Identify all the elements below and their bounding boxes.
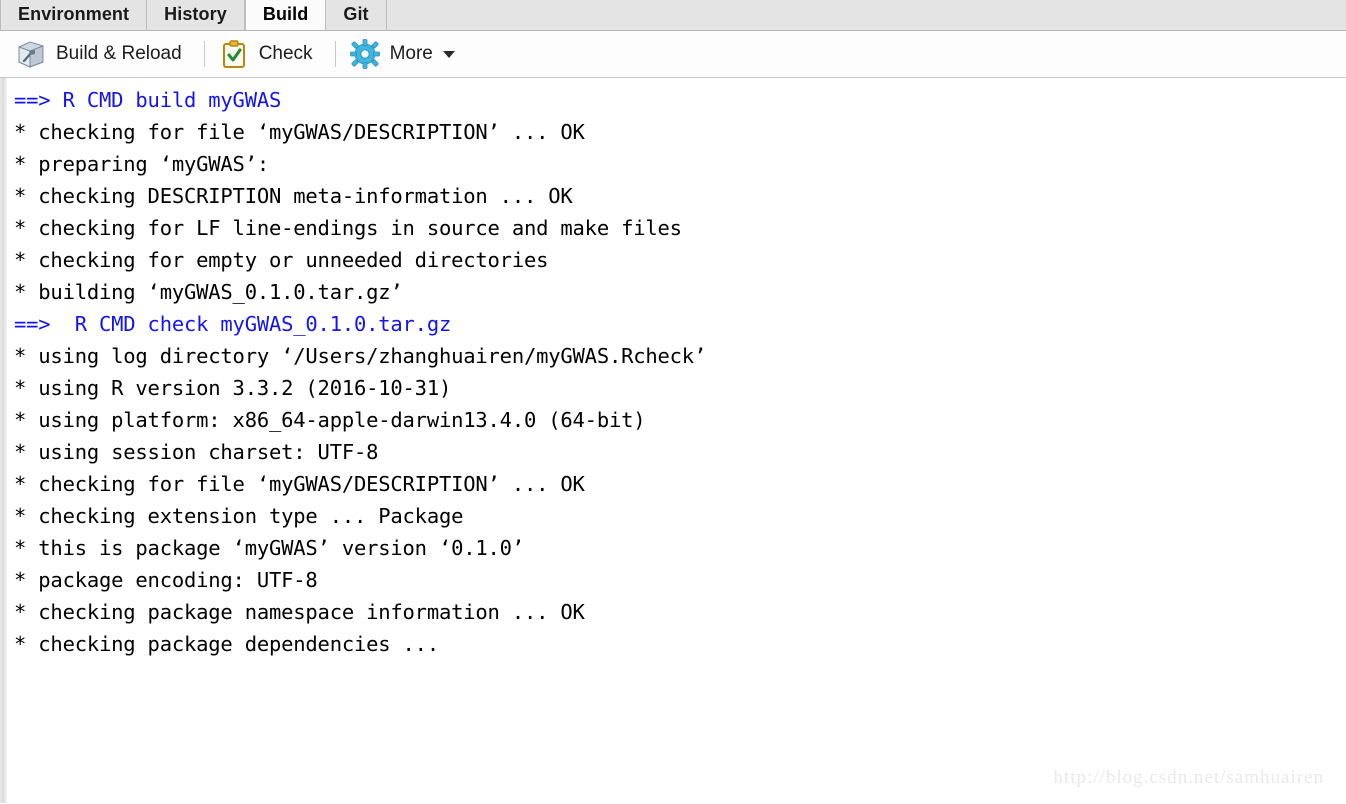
tab-environment[interactable]: Environment [0,0,148,30]
console-output-line: * preparing ‘myGWAS’: [14,152,269,176]
console-output-line: * using R version 3.3.2 (2016-10-31) [14,376,452,400]
console-output-line: * using log directory ‘/Users/zhanghuair… [14,344,707,368]
build-output-console[interactable]: ==> R CMD build myGWAS * checking for fil… [0,78,1346,803]
console-output-line: * checking for LF line-endings in source… [14,216,682,240]
tab-git[interactable]: Git [326,0,387,30]
check-button[interactable]: Check [217,34,323,74]
build-and-reload-label: Build & Reload [56,43,182,64]
toolbar-separator-2 [334,41,336,67]
console-output-line: * checking DESCRIPTION meta-information … [14,184,573,208]
more-label: More [389,43,433,64]
build-package-icon [16,39,46,69]
tab-history[interactable]: History [147,0,245,30]
console-output-line: * using platform: x86_64-apple-darwin13.… [14,408,646,432]
tab-bar-filler [386,0,1346,30]
more-button[interactable]: More [348,34,465,74]
tab-history-label: History [164,4,227,24]
tab-environment-label: Environment [18,4,130,24]
clipboard-check-icon [219,39,249,69]
console-output-line: * using session charset: UTF-8 [14,440,379,464]
console-output-line: * building ‘myGWAS_0.1.0.tar.gz’ [14,280,403,304]
console-line-list: ==> R CMD build myGWAS * checking for fil… [14,84,1346,660]
console-output-line: * checking package dependencies ... [14,632,439,656]
console-left-gutter [0,78,7,803]
watermark: http://blog.csdn.net/samhuairen [1053,767,1324,788]
console-output-line: * checking for file ‘myGWAS/DESCRIPTION’… [14,120,585,144]
check-label: Check [258,43,313,64]
console-command-line: ==> R CMD check myGWAS_0.1.0.tar.gz [14,312,452,336]
build-toolbar: Build & Reload Check More [0,31,1346,78]
tab-git-label: Git [343,4,369,24]
toolbar-separator-1 [203,41,205,67]
tab-build[interactable]: Build [244,0,327,30]
console-output-line: * checking package namespace information… [14,600,585,624]
console-output-line: * this is package ‘myGWAS’ version ‘0.1.… [14,536,524,560]
console-command-line: ==> R CMD build myGWAS [14,88,282,112]
tab-build-label: Build [262,4,309,24]
build-pane: Environment History Build Git Build & Re… [0,0,1346,804]
gear-icon [349,39,380,69]
console-output-line: * checking extension type ... Package [14,504,464,528]
chevron-down-icon[interactable] [442,50,455,58]
console-output-line: * checking for file ‘myGWAS/DESCRIPTION’… [14,472,585,496]
pane-tab-bar: Environment History Build Git [0,0,1346,31]
console-output-line: * checking for empty or unneeded directo… [14,248,549,272]
console-output-line: * package encoding: UTF-8 [14,568,318,592]
build-and-reload-button[interactable]: Build & Reload [14,34,192,74]
